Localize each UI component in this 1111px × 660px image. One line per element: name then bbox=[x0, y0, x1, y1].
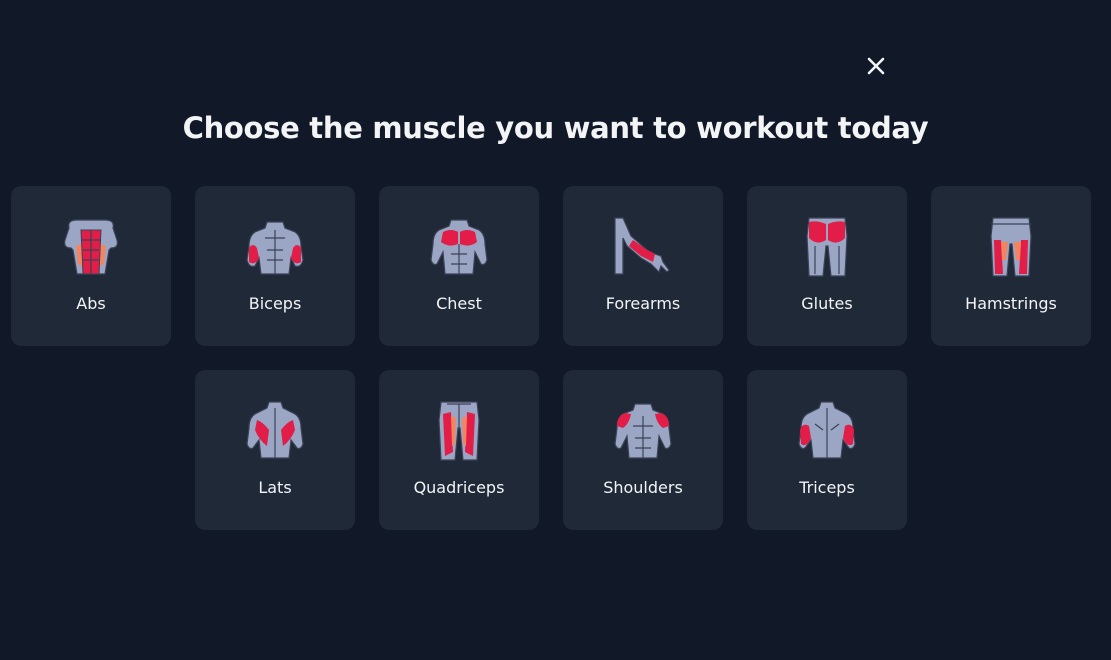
muscle-card-biceps[interactable]: Biceps bbox=[195, 186, 355, 346]
forearms-icon bbox=[614, 217, 670, 275]
muscle-label: Shoulders bbox=[603, 478, 683, 497]
muscle-card-abs[interactable]: Abs bbox=[11, 186, 171, 346]
muscle-label: Abs bbox=[76, 294, 106, 313]
muscle-label: Biceps bbox=[248, 294, 302, 313]
glutes-icon bbox=[806, 217, 848, 277]
muscle-card-triceps[interactable]: Triceps bbox=[747, 370, 907, 530]
triceps-icon bbox=[798, 401, 856, 459]
biceps-icon bbox=[246, 221, 304, 275]
muscle-card-hamstrings[interactable]: Hamstrings bbox=[931, 186, 1091, 346]
muscle-card-lats[interactable]: Lats bbox=[195, 370, 355, 530]
muscle-label: Lats bbox=[258, 478, 292, 497]
muscle-label: Triceps bbox=[799, 478, 855, 497]
close-button[interactable] bbox=[861, 51, 891, 81]
muscle-label: Forearms bbox=[605, 294, 681, 313]
muscle-label: Quadriceps bbox=[413, 478, 505, 497]
quadriceps-icon bbox=[438, 401, 480, 461]
muscle-label: Glutes bbox=[801, 294, 853, 313]
hamstrings-icon bbox=[990, 217, 1032, 277]
muscle-label: Hamstrings bbox=[965, 294, 1057, 313]
muscle-card-chest[interactable]: Chest bbox=[379, 186, 539, 346]
shoulders-icon bbox=[614, 403, 672, 459]
muscle-card-glutes[interactable]: Glutes bbox=[747, 186, 907, 346]
abs-icon bbox=[64, 219, 118, 275]
chest-icon bbox=[430, 219, 488, 275]
muscle-card-quadriceps[interactable]: Quadriceps bbox=[379, 370, 539, 530]
lats-icon bbox=[246, 401, 304, 459]
page-title: Choose the muscle you want to workout to… bbox=[182, 111, 929, 145]
muscle-card-forearms[interactable]: Forearms bbox=[563, 186, 723, 346]
close-icon bbox=[867, 57, 885, 75]
muscle-card-shoulders[interactable]: Shoulders bbox=[563, 370, 723, 530]
muscle-label: Chest bbox=[436, 294, 482, 313]
